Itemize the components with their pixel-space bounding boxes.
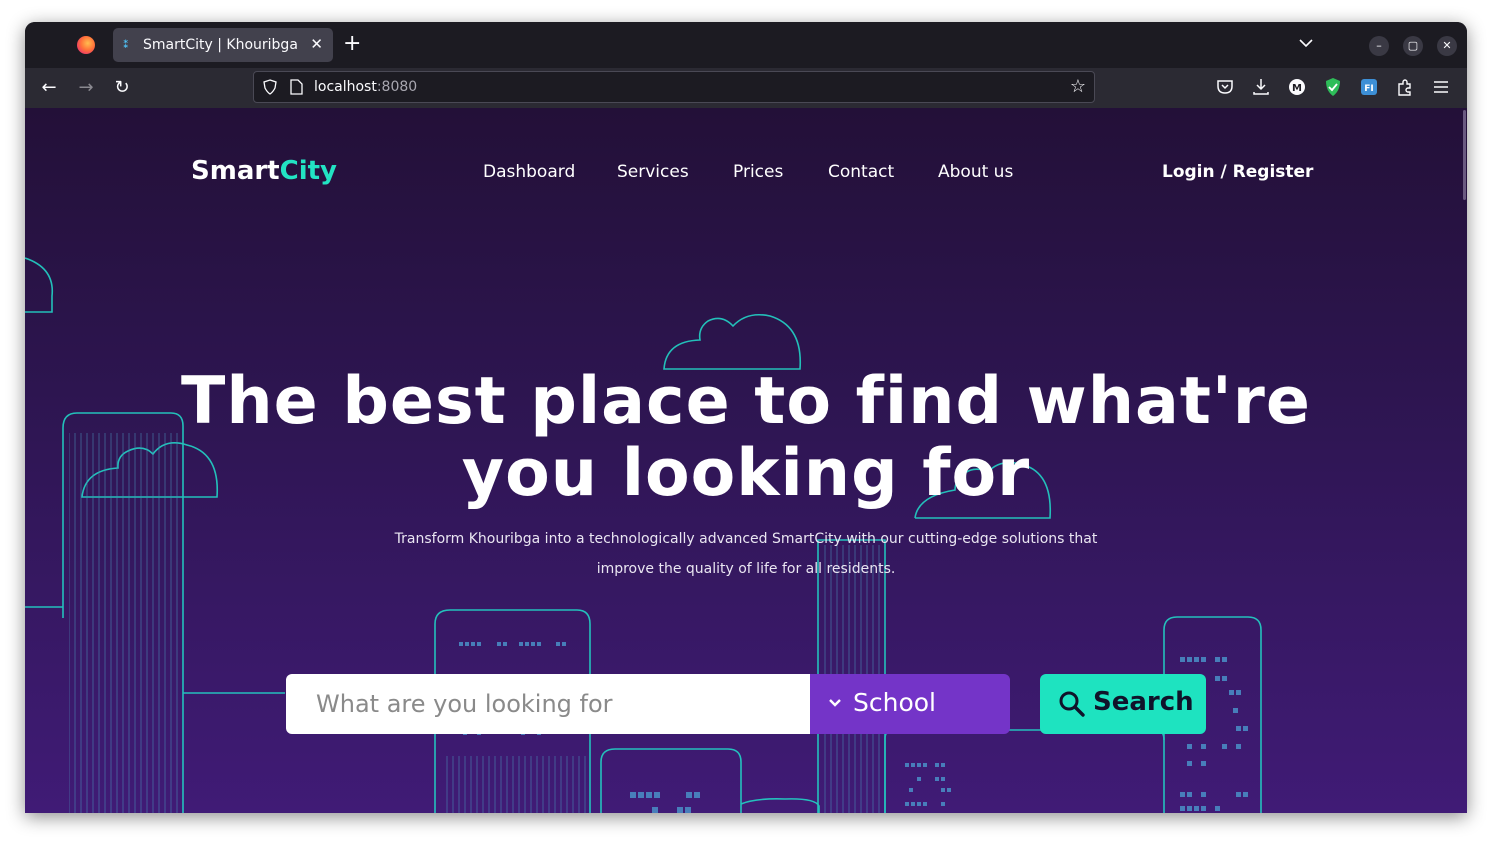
hamburger-menu-icon[interactable] — [1431, 77, 1451, 97]
login-register-link[interactable]: Login / Register — [1162, 162, 1313, 182]
hero-subtitle: Transform Khouribga into a technological… — [386, 524, 1106, 584]
svg-text:M: M — [1292, 83, 1302, 94]
category-select[interactable]: School — [810, 674, 1010, 734]
tab-title: SmartCity | Khouribga — [143, 37, 298, 53]
reload-icon[interactable]: ↻ — [111, 77, 133, 99]
nav-link-services[interactable]: Services — [617, 162, 689, 182]
tab-strip: ⁑ SmartCity | Khouribga ✕ + – ▢ ✕ — [25, 22, 1467, 68]
site-favicon-icon: ⁑ — [123, 38, 129, 51]
close-window-icon[interactable]: ✕ — [1437, 36, 1457, 56]
browser-window: ⁑ SmartCity | Khouribga ✕ + – ▢ ✕ ← → ↻ … — [25, 22, 1467, 813]
firefox-icon[interactable] — [77, 36, 95, 54]
nav-link-dashboard[interactable]: Dashboard — [483, 162, 575, 182]
tab-list-chevron-icon[interactable] — [1297, 34, 1315, 52]
hero-title-line-2: you looking for — [461, 436, 1031, 511]
address-bar[interactable]: localhost:8080 ☆ — [253, 71, 1095, 103]
fi-extension-icon[interactable]: FI — [1359, 77, 1379, 97]
search-input[interactable] — [286, 674, 810, 734]
back-arrow-icon[interactable]: ← — [38, 77, 60, 99]
new-tab-icon[interactable]: + — [343, 33, 361, 55]
url-text: localhost:8080 — [314, 79, 418, 95]
hero-title-line-1: The best place to find what're — [181, 364, 1311, 439]
bookmark-star-icon[interactable]: ☆ — [1070, 77, 1086, 97]
maximize-icon[interactable]: ▢ — [1403, 36, 1423, 56]
nav-link-contact[interactable]: Contact — [828, 162, 894, 182]
hero-title: The best place to find what're you looki… — [175, 366, 1317, 510]
category-select-value: School — [853, 688, 936, 717]
shield-extension-icon[interactable] — [1323, 77, 1343, 97]
svg-text:FI: FI — [1364, 84, 1374, 94]
hero-subtitle-line-1: Transform Khouribga into a technological… — [394, 531, 1098, 547]
forward-arrow-icon[interactable]: → — [75, 77, 97, 99]
page-info-icon[interactable] — [290, 79, 303, 95]
hero-subtitle-line-2: improve the quality of life for all resi… — [596, 561, 896, 577]
chevron-down-icon — [829, 699, 841, 707]
downloads-icon[interactable] — [1251, 77, 1271, 97]
browser-tab[interactable]: ⁑ SmartCity | Khouribga ✕ — [113, 28, 333, 62]
web-page: SmartCity Dashboard Services Prices Cont… — [25, 108, 1467, 813]
close-tab-icon[interactable]: ✕ — [310, 34, 323, 54]
search-button[interactable]: Search — [1040, 674, 1206, 734]
pocket-icon[interactable] — [1215, 77, 1235, 97]
search-icon — [1059, 691, 1085, 717]
extensions-puzzle-icon[interactable] — [1395, 77, 1415, 97]
minimize-icon[interactable]: – — [1369, 36, 1389, 56]
page-scrollbar[interactable] — [1463, 110, 1466, 200]
navigation-toolbar: ← → ↻ localhost:8080 ☆ M FI — [25, 68, 1467, 108]
nav-link-prices[interactable]: Prices — [733, 162, 783, 182]
site-logo[interactable]: SmartCity — [191, 156, 337, 186]
search-button-label: Search — [1093, 687, 1194, 717]
nav-link-about-us[interactable]: About us — [938, 162, 1013, 182]
account-m-icon[interactable]: M — [1287, 77, 1307, 97]
tracking-shield-icon[interactable] — [262, 79, 278, 95]
